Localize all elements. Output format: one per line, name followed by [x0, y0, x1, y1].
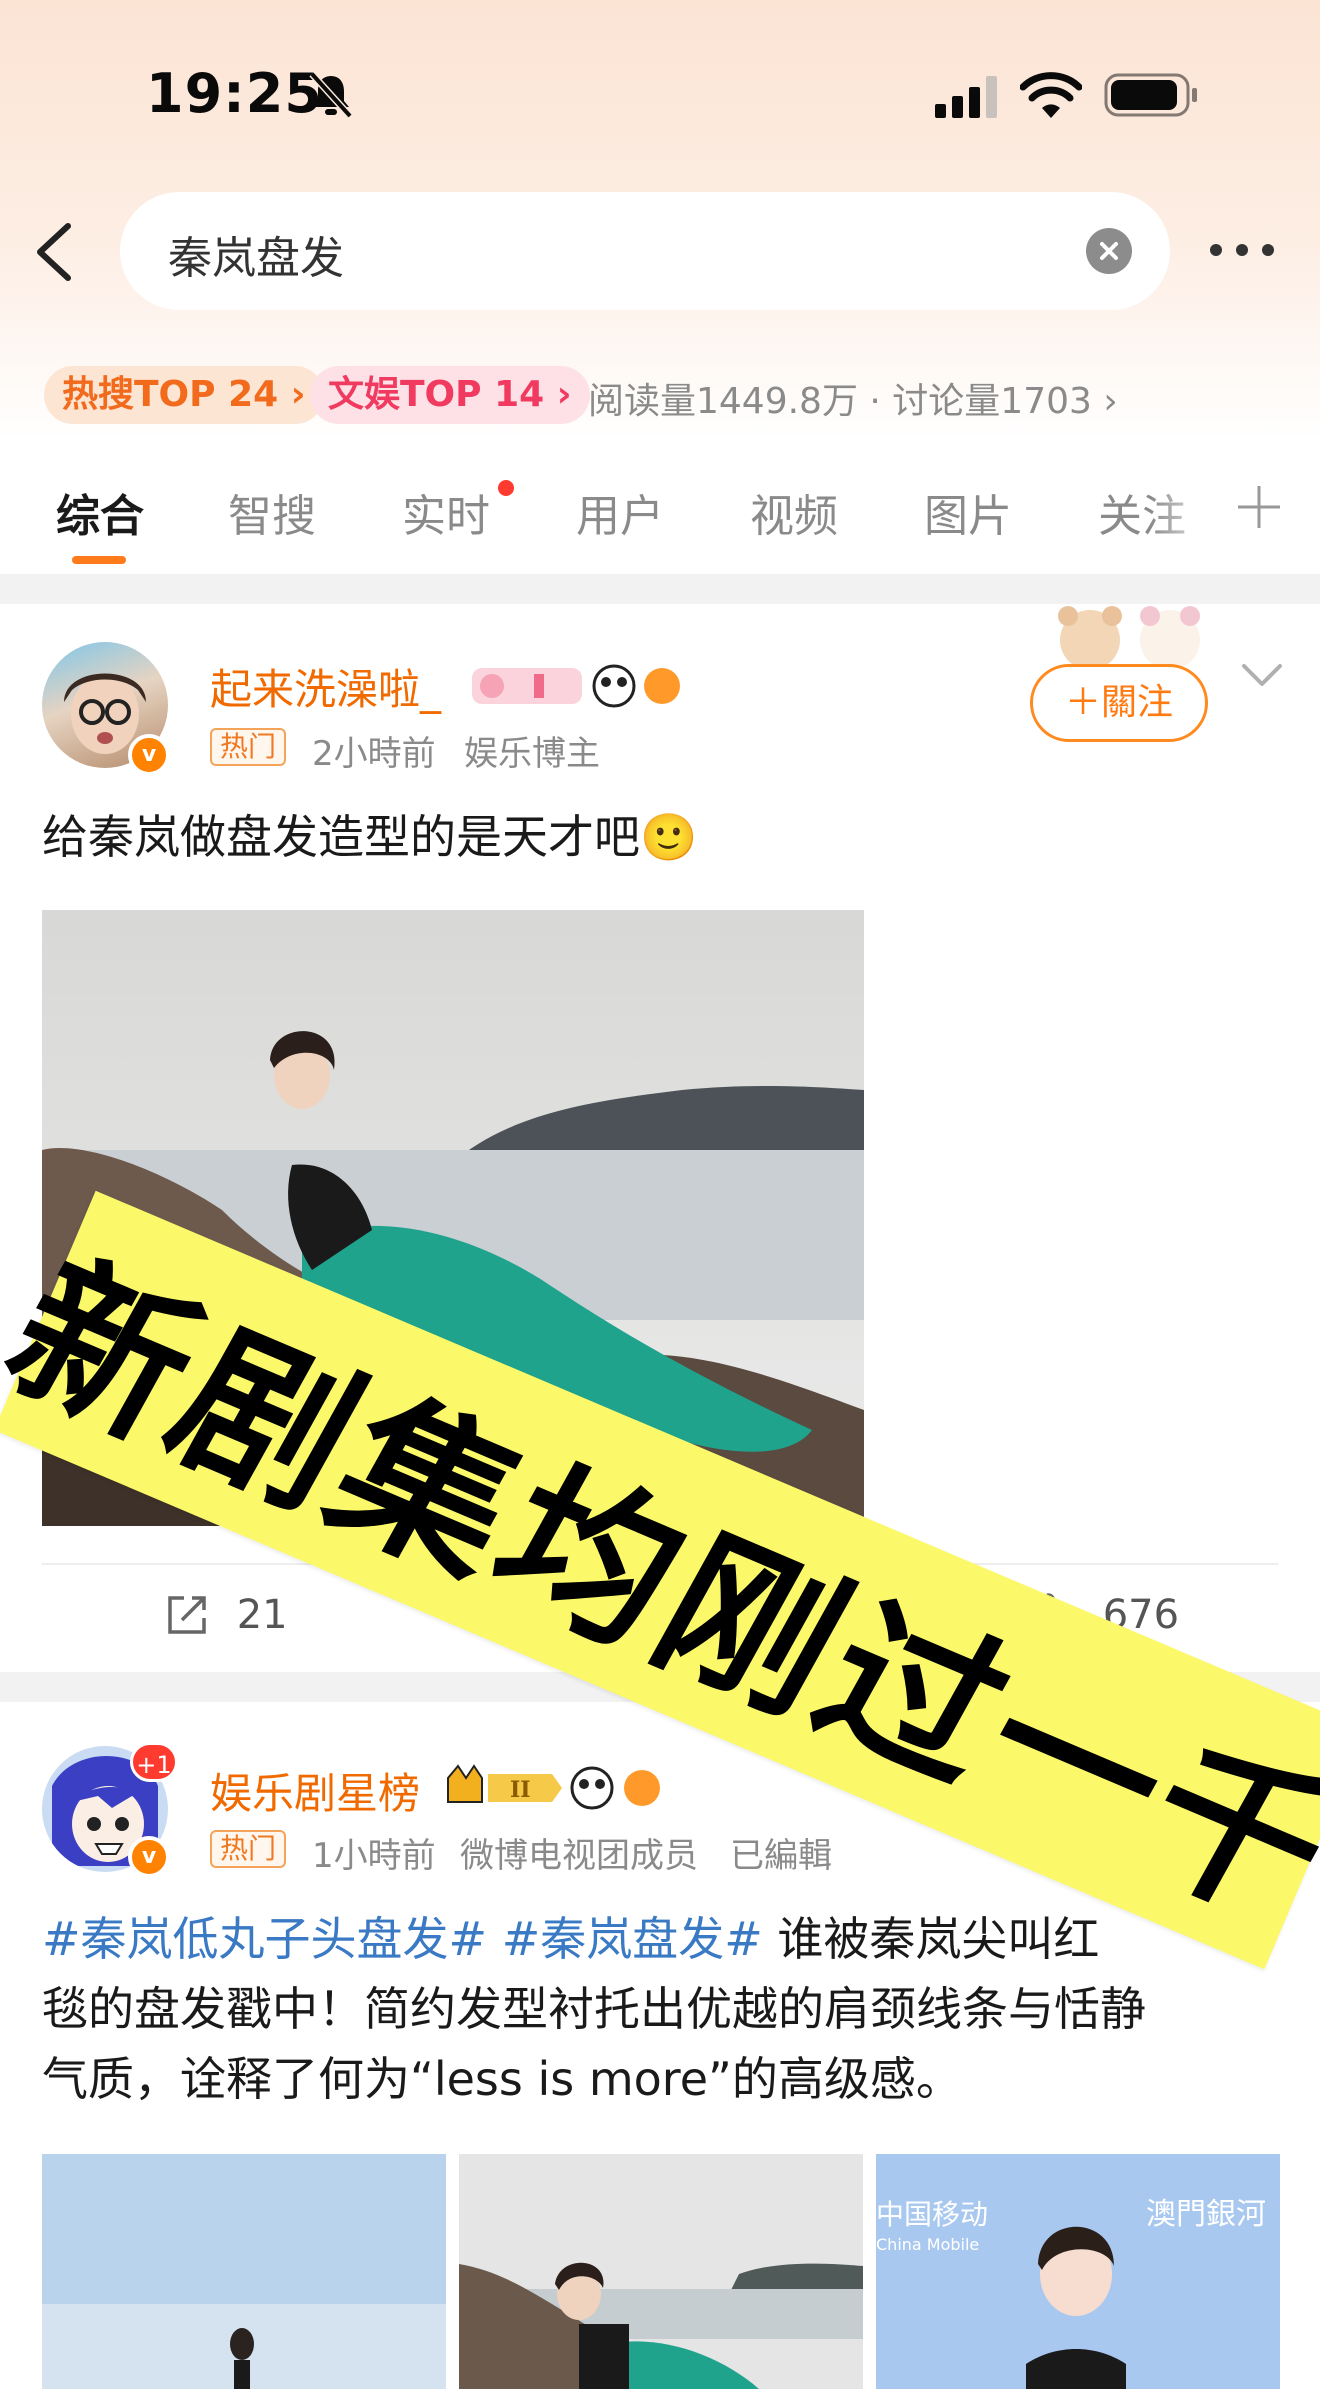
post-text-line: 毯的盘发戳中！简约发型衬托出优越的肩颈线条与恬静 [42, 1982, 1146, 2036]
hashtag-link[interactable]: #秦岚盘发# [502, 1912, 763, 1966]
hashtag-link[interactable]: #秦岚低丸子头盘发# [42, 1912, 487, 1966]
share-count: 21 [236, 1592, 288, 1638]
add-tab-icon[interactable] [1234, 482, 1284, 532]
search-query-text: 秦岚盘发 [168, 233, 344, 284]
cellular-signal-icon [935, 76, 997, 118]
post-time: 2小時前 [312, 734, 436, 774]
decorative-badges-icon: II [447, 1764, 660, 1810]
post-text-line: 气质，诠释了何为“less is more”的高级感。 [42, 2052, 962, 2106]
clear-search-button[interactable] [1086, 228, 1132, 274]
battery-icon [1104, 73, 1197, 117]
close-icon [1100, 242, 1118, 260]
verified-badge-icon: v [128, 1836, 170, 1878]
notification-badge: +1 [130, 1742, 178, 1782]
search-tabs: 综合 智搜 实时 用户 视频 图片 关注 [0, 474, 1320, 574]
chevron-down-icon[interactable] [1240, 660, 1284, 690]
back-arrow-icon[interactable] [28, 220, 78, 284]
realtime-notification-dot [498, 480, 514, 496]
post-text-line: 谁被秦岚尖叫红 [762, 1912, 1100, 1966]
tab-realtime[interactable]: 实时 [402, 480, 490, 544]
post-author-name[interactable]: 娱乐剧星榜 [210, 1760, 420, 1821]
more-options-icon[interactable] [1208, 240, 1276, 260]
svg-text:澳門銀河: 澳門銀河 [1146, 2197, 1266, 2232]
search-input[interactable]: 秦岚盘发 [120, 192, 1170, 310]
tab-images[interactable]: 图片 [924, 480, 1012, 544]
post-image[interactable] [459, 2154, 863, 2389]
decorative-badges-icon [472, 664, 680, 708]
edited-label: 已編輯 [730, 1836, 832, 1876]
author-role: 娱乐博主 [464, 734, 600, 774]
tab-users[interactable]: 用户 [576, 480, 664, 544]
tabs-fade [1150, 474, 1240, 564]
active-tab-indicator [72, 556, 126, 564]
hot-search-rank-tag[interactable]: 热搜TOP 24 › [44, 366, 324, 424]
wifi-icon [1020, 72, 1082, 118]
post-image[interactable] [42, 2154, 446, 2389]
hot-label: 热门 [210, 1830, 287, 1868]
hot-label: 热门 [210, 728, 287, 766]
post-author-name[interactable]: 起来洗澡啦_ [210, 656, 441, 717]
entertainment-rank-tag[interactable]: 文娱TOP 14 › [310, 366, 590, 424]
post-image[interactable]: 中国移动 China Mobile 澳門銀河 [876, 2154, 1280, 2389]
bell-off-icon [309, 71, 353, 119]
post-body-text: #秦岚低丸子头盘发# #秦岚盘发# 谁被秦岚尖叫红 毯的盘发戳中！简约发型衬托出… [42, 1904, 1282, 2114]
tab-smart-search[interactable]: 智搜 [228, 480, 316, 544]
share-button[interactable]: 21 [164, 1590, 288, 1646]
follow-button[interactable]: ＋關注 [1030, 664, 1208, 742]
svg-text:China Mobile: China Mobile [876, 2235, 979, 2254]
image-watermark-text: 中国移动 [876, 2198, 988, 2231]
share-icon [168, 1596, 206, 1634]
status-time: 19:25 [146, 62, 323, 125]
post-body-text: 给秦岚做盘发造型的是天才吧🙂 [42, 810, 698, 864]
topic-stats-link[interactable]: 阅读量1449.8万 · 讨论量1703 › [588, 372, 1118, 424]
verified-badge-icon: v [128, 734, 170, 776]
svg-text:II: II [510, 1777, 531, 1803]
tab-videos[interactable]: 视频 [750, 480, 838, 544]
post-time: 1小時前 [312, 1836, 436, 1876]
author-role: 微博电视团成员 [460, 1836, 698, 1876]
tab-comprehensive[interactable]: 综合 [56, 480, 144, 544]
